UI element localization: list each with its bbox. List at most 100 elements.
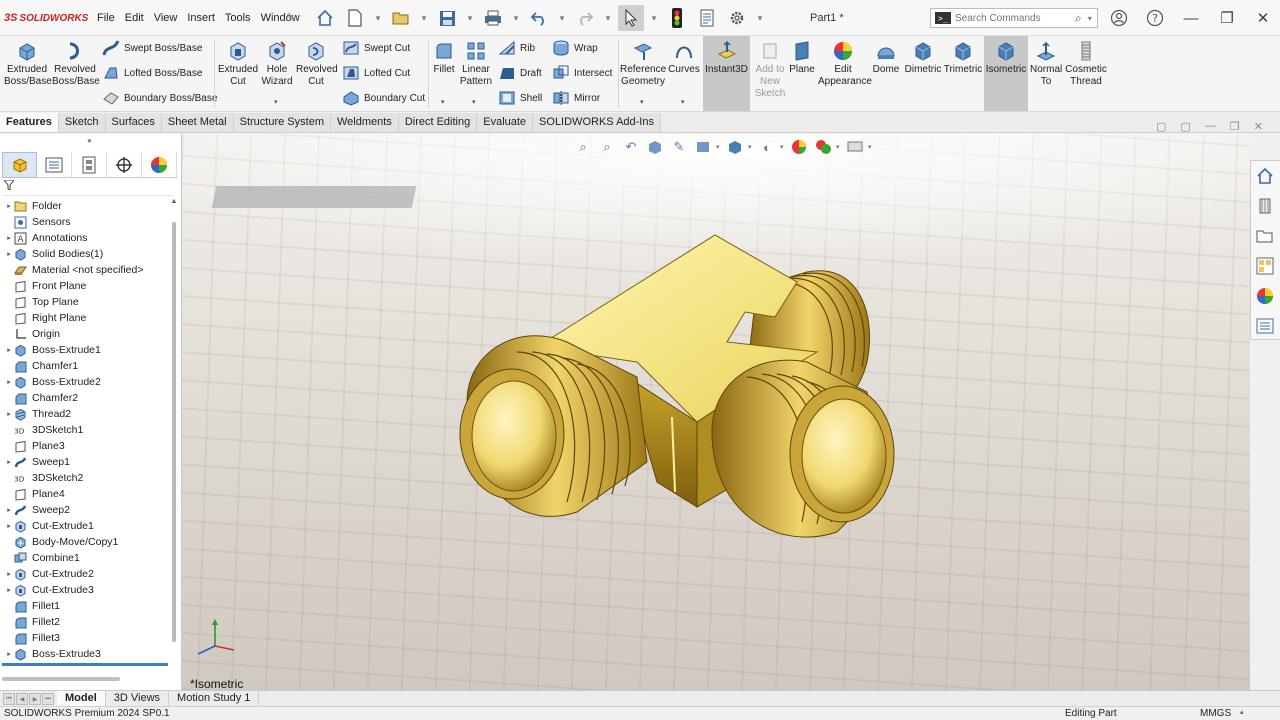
search-dropdown-icon[interactable]: ▾: [1088, 14, 1092, 23]
feature-tree-item[interactable]: ▸ Cut-Extrude2: [0, 566, 168, 582]
feature-tree-scrollbar[interactable]: ▲: [170, 198, 178, 668]
edit-appearance-button[interactable]: Edit Appearance: [818, 40, 872, 88]
last-tab-icon[interactable]: ⏭: [42, 693, 54, 705]
save-icon[interactable]: [434, 5, 460, 31]
tab-solidworks-add-ins[interactable]: SOLIDWORKS Add-Ins: [533, 113, 661, 132]
pin-menu-icon[interactable]: ✎: [286, 11, 295, 24]
trimetric-view-button[interactable]: Trimetric: [943, 40, 983, 76]
property-manager-tab-icon[interactable]: [37, 152, 72, 178]
mirror-button[interactable]: Mirror: [552, 87, 600, 109]
feature-tree-item[interactable]: ▸ Boss-Extrude1: [0, 342, 168, 358]
reference-geometry-dropdown-icon[interactable]: ▾: [640, 98, 644, 106]
viewport-restore-icon[interactable]: ❐: [1230, 120, 1240, 133]
print-icon[interactable]: [480, 5, 506, 31]
reference-geometry-button[interactable]: Reference Geometry: [620, 40, 666, 88]
feature-tree-item[interactable]: Fillet2: [0, 614, 168, 630]
view-orientation-icon[interactable]: [692, 138, 714, 156]
expand-arrow-icon[interactable]: ▸: [4, 410, 14, 418]
draft-button[interactable]: Draft: [498, 62, 542, 84]
curves-dropdown-icon[interactable]: ▾: [681, 98, 685, 106]
undo-icon[interactable]: [526, 5, 552, 31]
isometric-view-button[interactable]: Isometric: [984, 36, 1028, 111]
feature-tree-item[interactable]: ▸ A Annotations: [0, 230, 168, 246]
feature-tree-item[interactable]: Plane3: [0, 438, 168, 454]
first-tab-icon[interactable]: ⏮: [3, 693, 15, 705]
prev-tab-icon[interactable]: ◀: [16, 693, 28, 705]
design-library-icon[interactable]: [1251, 191, 1279, 221]
shell-button[interactable]: Shell: [498, 87, 542, 109]
feature-tree-item[interactable]: ▸ Folder: [0, 198, 168, 214]
extruded-boss-base-button[interactable]: Extruded Boss/Base: [4, 40, 52, 88]
viewport-minimize-icon[interactable]: —: [1205, 120, 1216, 133]
expand-arrow-icon[interactable]: ▸: [4, 250, 14, 258]
feature-tree-item[interactable]: Top Plane: [0, 294, 168, 310]
feature-tree-item[interactable]: ▸ Thread2: [0, 406, 168, 422]
section-view-icon[interactable]: [644, 138, 666, 156]
feature-manager-tab-icon[interactable]: [2, 152, 37, 178]
linear-pattern-button[interactable]: Linear Pattern: [458, 40, 494, 88]
tab-surfaces[interactable]: Surfaces: [105, 113, 162, 132]
tree-filter[interactable]: [2, 179, 174, 196]
display-manager-tab-icon[interactable]: [142, 152, 177, 178]
home-icon[interactable]: [312, 5, 338, 31]
help-icon[interactable]: ?: [1142, 6, 1168, 30]
cosmetic-thread-button[interactable]: Cosmetic Thread: [1064, 40, 1108, 88]
feature-tree-item[interactable]: ▸ Cut-Extrude1: [0, 518, 168, 534]
expand-arrow-icon[interactable]: ▸: [4, 458, 14, 466]
dimxpert-manager-tab-icon[interactable]: [107, 152, 142, 178]
scroll-up-icon[interactable]: ▲: [170, 198, 178, 208]
select-arrow-icon[interactable]: [618, 5, 644, 31]
rollback-bar[interactable]: [2, 663, 168, 666]
units-dropdown-icon[interactable]: ▴: [1240, 708, 1244, 716]
view-orientation-dropdown-icon[interactable]: ▾: [716, 143, 722, 151]
feature-tree-item[interactable]: ▸ Boss-Extrude3: [0, 646, 168, 662]
hole-wizard-button[interactable]: Hole Wizard: [258, 40, 296, 88]
redo-dropdown-icon[interactable]: ▾: [602, 5, 614, 31]
options-gear-icon[interactable]: [724, 5, 750, 31]
user-account-icon[interactable]: [1106, 6, 1132, 30]
tab-sheet-metal[interactable]: Sheet Metal: [161, 113, 234, 132]
viewport-close-icon[interactable]: ✕: [1254, 120, 1263, 133]
custom-properties-icon[interactable]: [1251, 311, 1279, 341]
print-dropdown-icon[interactable]: ▾: [510, 5, 522, 31]
feature-tree-item[interactable]: Sensors: [0, 214, 168, 230]
wrap-button[interactable]: Wrap: [552, 37, 598, 59]
hole-wizard-dropdown-icon[interactable]: ▾: [274, 98, 278, 106]
previous-view-icon[interactable]: ↶: [620, 138, 642, 156]
expand-arrow-icon[interactable]: ▸: [4, 586, 14, 594]
tab-sketch[interactable]: Sketch: [58, 113, 106, 132]
new-document-icon[interactable]: [342, 5, 368, 31]
expand-arrow-icon[interactable]: ▸: [4, 234, 14, 242]
feature-tree-item[interactable]: Fillet1: [0, 598, 168, 614]
options-dropdown-icon[interactable]: ▾: [754, 5, 766, 31]
lofted-cut-button[interactable]: Lofted Cut: [342, 62, 410, 84]
menu-file[interactable]: File: [92, 10, 120, 26]
feature-tree-item[interactable]: Right Plane: [0, 310, 168, 326]
lofted-boss-base-button[interactable]: Lofted Boss/Base: [102, 62, 202, 84]
tee-fitting-model[interactable]: [457, 202, 907, 552]
feature-tree-item[interactable]: 3D 3DSketch2: [0, 470, 168, 486]
display-style-dropdown-icon[interactable]: ▾: [748, 143, 754, 151]
feature-tree-item[interactable]: Fillet3: [0, 630, 168, 646]
next-tab-icon[interactable]: ▶: [29, 693, 41, 705]
tab-model[interactable]: Model: [57, 691, 106, 706]
open-dropdown-icon[interactable]: ▾: [418, 5, 430, 31]
minimize-window-icon[interactable]: —: [1178, 6, 1204, 30]
normal-to-button[interactable]: Normal To: [1030, 40, 1062, 88]
menu-edit[interactable]: Edit: [120, 10, 149, 26]
tab-motion-study-1[interactable]: Motion Study 1: [169, 691, 260, 706]
feature-tree-item[interactable]: 3D 3DSketch1: [0, 422, 168, 438]
search-icon[interactable]: ⌕: [1075, 11, 1082, 26]
expand-arrow-icon[interactable]: ▸: [4, 202, 14, 210]
tab-3d-views[interactable]: 3D Views: [106, 691, 170, 706]
scrollbar-thumb[interactable]: [172, 222, 176, 642]
rebuild-traffic-light-icon[interactable]: [664, 5, 690, 31]
tab-structure-system[interactable]: Structure System: [233, 113, 331, 132]
open-icon[interactable]: [388, 5, 414, 31]
tab-evaluate[interactable]: Evaluate: [477, 113, 534, 132]
feature-tree-item[interactable]: Front Plane: [0, 278, 168, 294]
file-properties-icon[interactable]: [694, 5, 720, 31]
dynamic-annotation-views-icon[interactable]: ✎: [668, 138, 690, 156]
display-style-icon[interactable]: [724, 138, 746, 156]
search-commands-input[interactable]: [955, 12, 1073, 24]
